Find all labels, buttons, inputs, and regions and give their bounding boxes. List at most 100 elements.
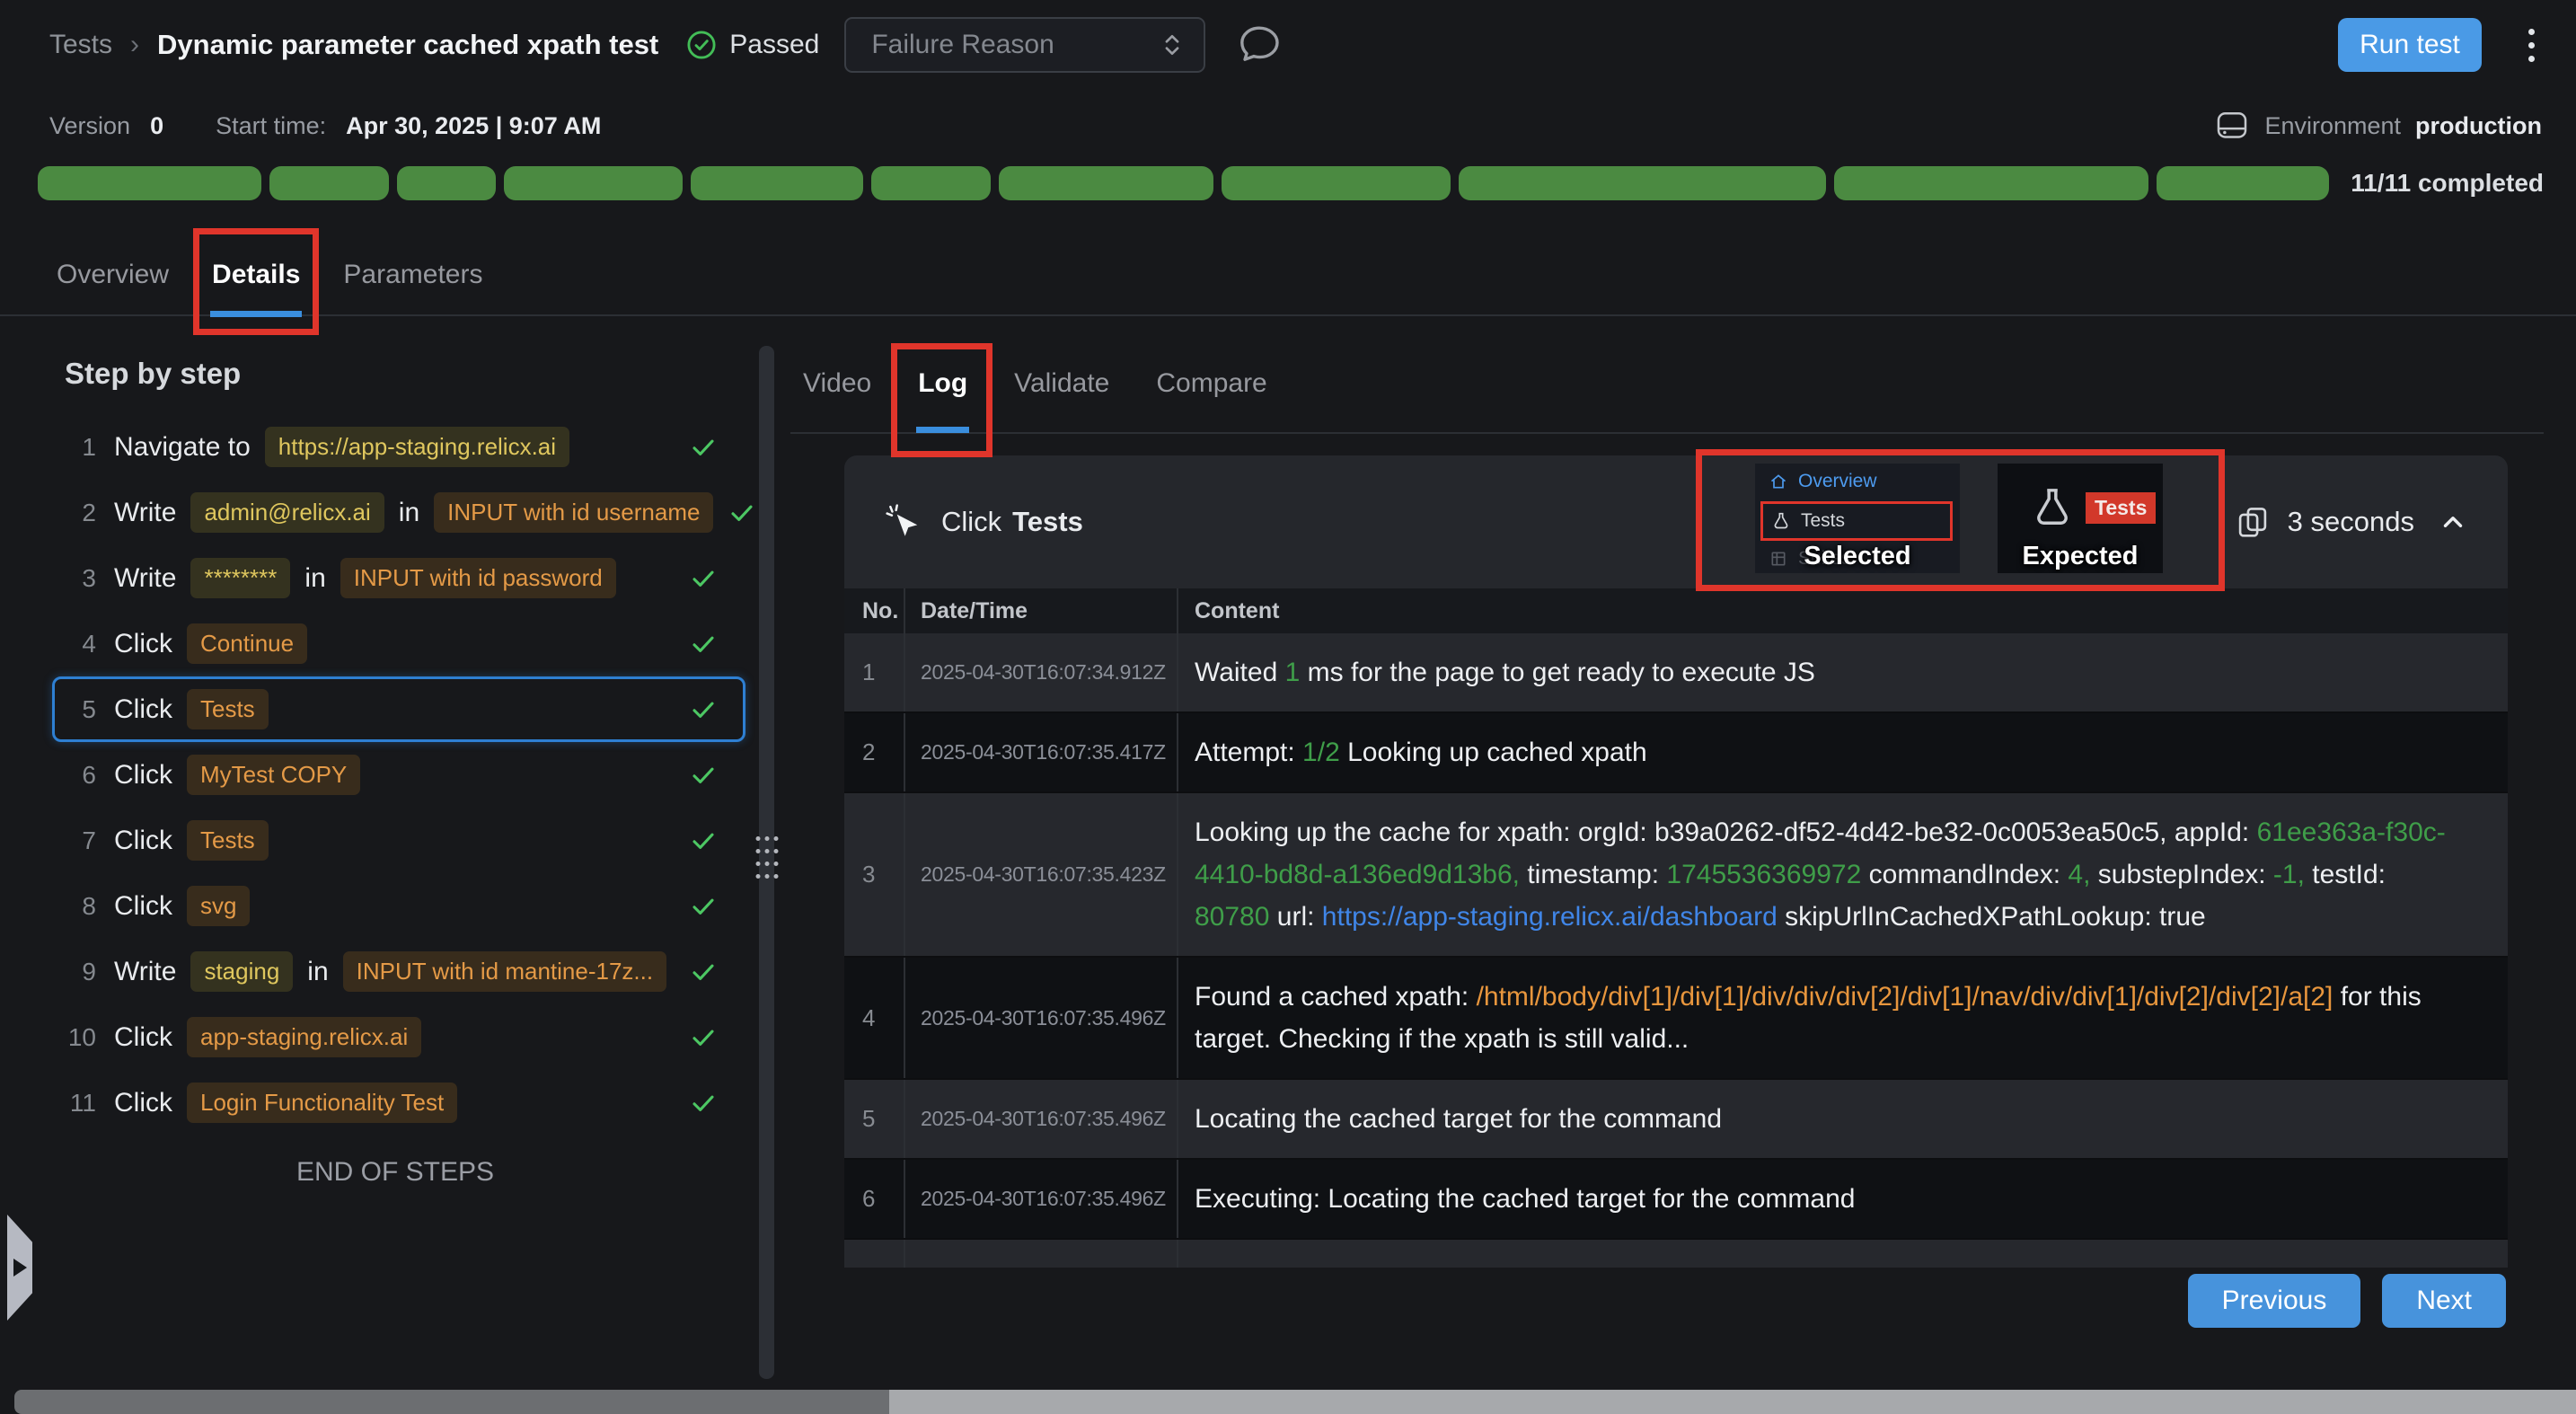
column-no: No. bbox=[844, 588, 904, 633]
flask-icon bbox=[1772, 512, 1790, 530]
log-table-header: No. Date/Time Content bbox=[844, 588, 2508, 633]
pagination: Previous Next bbox=[2188, 1274, 2506, 1328]
step-number: 8 bbox=[57, 892, 96, 921]
collapse-chevron-up-icon[interactable] bbox=[2438, 507, 2468, 537]
previous-button[interactable]: Previous bbox=[2188, 1274, 2361, 1328]
mini-tests-label: Tests bbox=[1801, 510, 1845, 532]
log-text: 1745536369972 bbox=[1666, 860, 1861, 889]
column-content: Content bbox=[1177, 588, 2508, 633]
check-icon bbox=[689, 892, 718, 921]
check-icon bbox=[689, 695, 718, 724]
failure-reason-select[interactable]: Failure Reason bbox=[844, 17, 1205, 73]
log-text: Executing: Locating the cached target fo… bbox=[1195, 1184, 1855, 1214]
check-icon bbox=[689, 1023, 718, 1052]
kebab-menu-icon[interactable] bbox=[2523, 23, 2540, 67]
copy-icon[interactable] bbox=[2236, 505, 2270, 539]
step-text: Click bbox=[114, 694, 172, 725]
progress-segment bbox=[999, 166, 1214, 200]
log-text: Locating the cached target for the comma… bbox=[1195, 1104, 1722, 1134]
status-badge: Passed bbox=[685, 29, 819, 61]
step-target-chip: Login Functionality Test bbox=[187, 1083, 457, 1123]
tab-video[interactable]: Video bbox=[799, 334, 875, 432]
select-chevrons-icon bbox=[1159, 30, 1186, 60]
log-row-content: Found a cached xpath: /html/body/div[1]/… bbox=[1177, 958, 2508, 1078]
tab-parameters[interactable]: Parameters bbox=[340, 235, 486, 314]
end-of-steps-label: END OF STEPS bbox=[36, 1157, 754, 1188]
next-button[interactable]: Next bbox=[2382, 1274, 2506, 1328]
tab-validate[interactable]: Validate bbox=[1010, 334, 1113, 432]
step-row[interactable]: 9WritestaginginINPUT with id mantine-17z… bbox=[52, 939, 745, 1004]
progress-segment bbox=[269, 166, 389, 200]
horizontal-scrollbar-thumb[interactable] bbox=[889, 1390, 2576, 1414]
log-row-timestamp: 2025-04-30T16:07:35.423Z bbox=[904, 793, 1177, 956]
step-target-chip: svg bbox=[187, 886, 250, 926]
step-row[interactable]: 1Navigate tohttps://app-staging.relicx.a… bbox=[52, 414, 745, 480]
step-row[interactable]: 10Clickapp-staging.relicx.ai bbox=[52, 1004, 745, 1070]
log-text: skipUrlInCachedXPathLookup: true bbox=[1778, 902, 2206, 932]
main-tab-bar: Overview Details Parameters bbox=[0, 235, 2576, 316]
failure-reason-placeholder: Failure Reason bbox=[871, 30, 1054, 60]
progress-segment bbox=[38, 166, 261, 200]
step-value-chip: admin@relicx.ai bbox=[190, 492, 384, 533]
progress-bar bbox=[38, 166, 2329, 200]
log-row-content: Executing: Locating the cached target fo… bbox=[1177, 1160, 2508, 1238]
step-row[interactable]: 3Write********inINPUT with id password bbox=[52, 545, 745, 611]
check-icon bbox=[689, 433, 718, 462]
step-row[interactable]: 11ClickLogin Functionality Test bbox=[52, 1070, 745, 1136]
step-number: 9 bbox=[57, 958, 96, 986]
step-text: Click bbox=[114, 891, 172, 922]
log-row: 42025-04-30T16:07:35.496ZFound a cached … bbox=[844, 958, 2508, 1080]
comment-bubble-icon[interactable] bbox=[1234, 24, 1283, 66]
selected-thumbnail-label: Selected bbox=[1755, 542, 1960, 571]
step-row[interactable]: 7ClickTests bbox=[52, 808, 745, 873]
progress-segment bbox=[1834, 166, 2148, 200]
progress-segment bbox=[397, 166, 497, 200]
log-text: Found the object for xpath: bbox=[1195, 1264, 1522, 1268]
log-row: 32025-04-30T16:07:35.423ZLooking up the … bbox=[844, 793, 2508, 958]
step-text: in bbox=[304, 563, 325, 594]
log-row-timestamp: 2025-04-30T16:07:35.496Z bbox=[904, 1160, 1177, 1238]
step-target-chip: INPUT with id mantine-17z... bbox=[343, 951, 666, 992]
tab-compare[interactable]: Compare bbox=[1152, 334, 1270, 432]
log-url-link[interactable]: https://app-staging.relicx.ai/dashboard bbox=[1322, 902, 1778, 932]
step-text: Navigate to bbox=[114, 432, 251, 463]
start-time-label: Start time: bbox=[216, 112, 326, 140]
log-text: commandIndex: bbox=[1861, 860, 2068, 889]
check-icon bbox=[689, 826, 718, 855]
step-number: 2 bbox=[57, 499, 96, 527]
step-row[interactable]: 2Writeadmin@relicx.aiinINPUT with id use… bbox=[52, 480, 745, 545]
step-list: 1Navigate tohttps://app-staging.relicx.a… bbox=[52, 414, 745, 1136]
progress-row: 11/11 completed bbox=[38, 165, 2544, 201]
tab-details[interactable]: Details bbox=[208, 235, 304, 314]
check-icon bbox=[689, 958, 718, 986]
step-row[interactable]: 4ClickContinue bbox=[52, 611, 745, 676]
log-row: 62025-04-30T16:07:35.496ZExecuting: Loca… bbox=[844, 1160, 2508, 1240]
tab-overview[interactable]: Overview bbox=[53, 235, 172, 314]
horizontal-scrollbar-track[interactable] bbox=[14, 1390, 889, 1414]
log-text: 4, bbox=[2068, 860, 2090, 889]
run-test-button[interactable]: Run test bbox=[2338, 18, 2482, 72]
log-row-timestamp: 2025-04-30T16:07:34.912Z bbox=[904, 633, 1177, 711]
sidebar-expand-arrow[interactable] bbox=[7, 1215, 32, 1321]
panel-splitter-scrollbar[interactable] bbox=[759, 346, 774, 1379]
drag-handle-icon[interactable] bbox=[755, 836, 778, 879]
step-text: Click bbox=[114, 1022, 172, 1053]
step-number: 1 bbox=[57, 433, 96, 462]
selected-thumbnail[interactable]: Overview Tests Suites Selected bbox=[1755, 464, 1960, 573]
page-title: Dynamic parameter cached xpath test bbox=[157, 29, 658, 61]
log-text: Looking up cached xpath bbox=[1340, 738, 1647, 767]
step-row[interactable]: 6ClickMyTest COPY bbox=[52, 742, 745, 808]
log-row-number: 2 bbox=[844, 713, 904, 791]
log-row: 72025-04-30T16:07:35.753ZFound the objec… bbox=[844, 1240, 2508, 1268]
log-text: url: bbox=[1269, 902, 1321, 932]
step-number: 11 bbox=[57, 1089, 96, 1118]
steps-heading: Step by step bbox=[65, 357, 754, 391]
step-number: 6 bbox=[57, 761, 96, 790]
step-row[interactable]: 5ClickTests bbox=[52, 676, 745, 742]
tab-log[interactable]: Log bbox=[914, 334, 971, 432]
environment-value: production bbox=[2415, 112, 2542, 140]
expected-thumbnail[interactable]: Tests Expected bbox=[1998, 464, 2163, 573]
breadcrumb-tests[interactable]: Tests bbox=[49, 30, 112, 60]
start-time-value: Apr 30, 2025 | 9:07 AM bbox=[346, 112, 601, 140]
step-row[interactable]: 8 Click svg bbox=[52, 873, 745, 939]
